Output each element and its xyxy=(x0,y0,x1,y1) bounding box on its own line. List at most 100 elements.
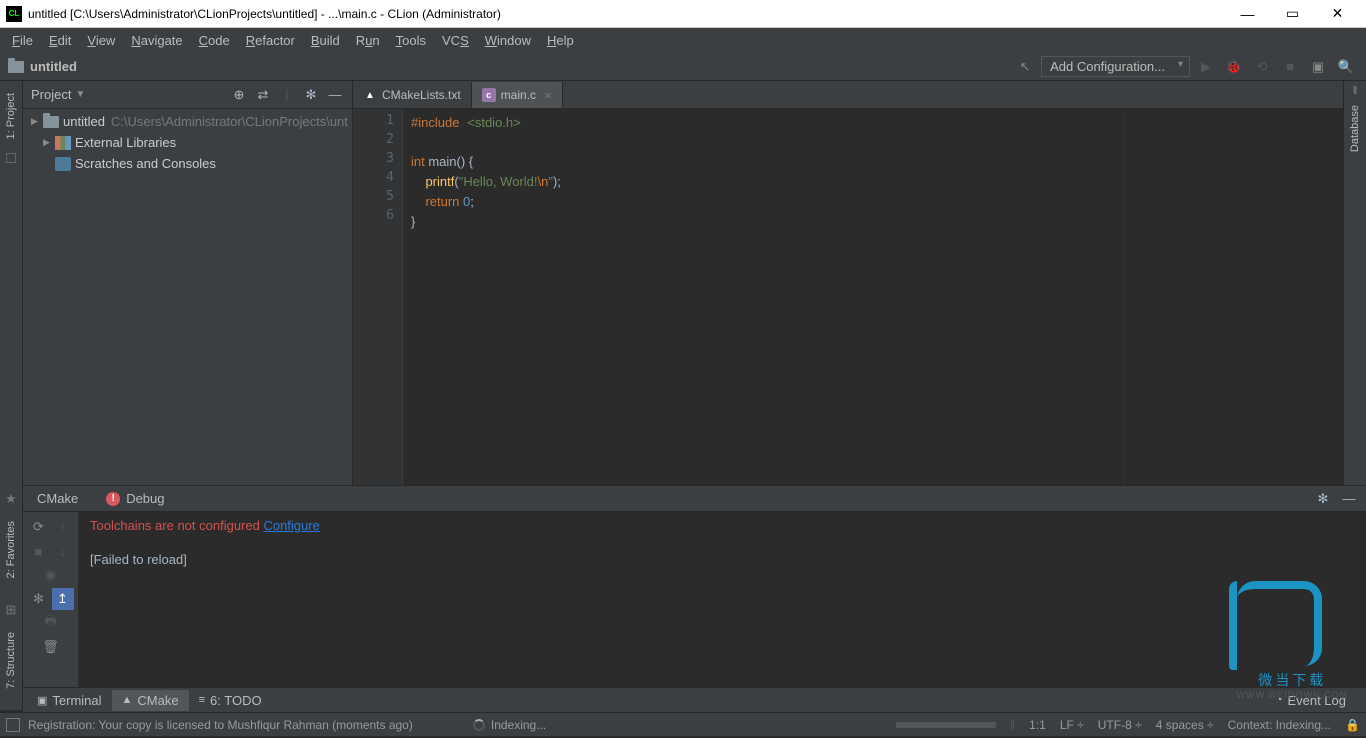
menu-help[interactable]: Help xyxy=(539,31,582,50)
spinner-icon xyxy=(473,719,485,731)
expand-button[interactable]: ⇄ xyxy=(252,84,274,106)
minimize-button[interactable]: — xyxy=(1225,0,1270,28)
reload-button[interactable]: ⟳ xyxy=(28,516,50,538)
pause-icon[interactable]: ‖ xyxy=(1353,85,1358,97)
menu-navigate[interactable]: Navigate xyxy=(123,31,190,50)
menu-vcs[interactable]: VCS xyxy=(434,31,477,50)
delete-button[interactable]: 🗑 xyxy=(40,636,62,658)
indent-selector[interactable]: 4 spaces ÷ xyxy=(1156,718,1214,732)
tree-node-external-libraries[interactable]: ▶ External Libraries xyxy=(23,132,352,153)
star-icon: ★ xyxy=(5,491,17,507)
maximize-button[interactable]: ▭ xyxy=(1270,0,1315,28)
nav-back-button[interactable]: ↖ xyxy=(1013,55,1037,79)
down-button[interactable]: ↓ xyxy=(52,540,74,562)
tab-label: CMakeLists.txt xyxy=(382,88,461,102)
hide-button[interactable]: — xyxy=(324,84,346,106)
run-configuration-dropdown[interactable]: Add Configuration... xyxy=(1041,56,1190,77)
export-button[interactable]: ↥ xyxy=(52,588,74,610)
menu-build[interactable]: Build xyxy=(303,31,348,50)
tool-window-tabs: CMake ! Debug ✻ — xyxy=(23,485,1366,512)
structure-icon: ⊞ xyxy=(6,602,17,618)
cmake-icon: ▲ xyxy=(363,88,377,102)
c-file-icon: c xyxy=(482,88,496,102)
statusbar: Registration: Your copy is licensed to M… xyxy=(0,712,1366,736)
project-tree[interactable]: ▶ untitled C:\Users\Administrator\CLionP… xyxy=(23,109,352,176)
layout-button[interactable]: ▣ xyxy=(1306,55,1330,79)
configure-link[interactable]: Configure xyxy=(263,518,319,533)
status-icon[interactable] xyxy=(6,718,20,732)
encoding-selector[interactable]: UTF-8 ÷ xyxy=(1098,718,1142,732)
bottom-tab-todo[interactable]: ≡6: TODO xyxy=(189,690,272,711)
tab-cmakelists[interactable]: ▲ CMakeLists.txt xyxy=(353,82,472,108)
menu-file[interactable]: File xyxy=(4,31,41,50)
menu-code[interactable]: Code xyxy=(191,31,238,50)
tool-tab-cmake[interactable]: CMake xyxy=(23,487,92,510)
chevron-right-icon[interactable]: ▶ xyxy=(31,116,43,127)
stop-button[interactable]: ■ xyxy=(1278,55,1302,79)
bottom-tab-cmake[interactable]: ▲CMake xyxy=(112,690,189,711)
context-label[interactable]: Context: Indexing... xyxy=(1228,718,1331,732)
chevron-down-icon[interactable]: ▼ xyxy=(75,89,85,100)
code-content[interactable]: #include <stdio.h> int main() { printf("… xyxy=(403,109,1123,485)
tab-main-c[interactable]: c main.c × xyxy=(472,82,563,108)
log-icon: ◔ xyxy=(1276,694,1283,706)
menu-view[interactable]: View xyxy=(79,31,123,50)
close-tab-button[interactable]: × xyxy=(544,88,552,103)
debug-button[interactable]: 🐞 xyxy=(1222,55,1246,79)
status-message: Registration: Your copy is licensed to M… xyxy=(28,718,413,732)
app-icon: CL xyxy=(6,6,22,22)
project-panel-header: Project ▼ ⊕ ⇄ | ✻ — xyxy=(23,81,352,109)
bottom-tab-event-log[interactable]: ◔Event Log xyxy=(1266,690,1356,711)
scratches-icon xyxy=(55,157,71,171)
lock-icon[interactable]: 🔒 xyxy=(1345,718,1360,732)
tree-node-root[interactable]: ▶ untitled C:\Users\Administrator\CLionP… xyxy=(23,111,352,132)
gutter-tab-project[interactable]: 1: Project xyxy=(3,85,19,147)
menu-tools[interactable]: Tools xyxy=(388,31,434,50)
gutter-tab-favorites[interactable]: 2: Favorites xyxy=(3,513,19,586)
navbar: untitled ↖ Add Configuration... ▶ 🐞 ⟲ ■ … xyxy=(0,53,1366,81)
right-tool-gutter: ‖ Database xyxy=(1343,81,1366,485)
tab-label: main.c xyxy=(501,88,536,102)
stop-tool-button[interactable]: ■ xyxy=(28,540,50,562)
line-ending-selector[interactable]: LF ÷ xyxy=(1060,718,1084,732)
editor-right-pane xyxy=(1123,109,1343,485)
menu-edit[interactable]: Edit xyxy=(41,31,79,50)
progress-bar[interactable] xyxy=(896,722,996,728)
tree-node-scratches[interactable]: Scratches and Consoles xyxy=(23,153,352,174)
cursor-position[interactable]: 1:1 xyxy=(1029,718,1046,732)
print-button[interactable]: 🖶 xyxy=(40,612,62,634)
gutter-tab-database[interactable]: Database xyxy=(1347,97,1363,160)
tool-output[interactable]: Toolchains are not configured Configure … xyxy=(78,512,1366,687)
search-everywhere-button[interactable]: 🔍 xyxy=(1334,55,1358,79)
left-tool-gutter-lower: ★ 2: Favorites ⊞ 7: Structure xyxy=(0,485,23,710)
tool-tab-label: Debug xyxy=(126,491,164,506)
settings-button[interactable]: ✻ xyxy=(300,84,322,106)
tool-tab-debug[interactable]: ! Debug xyxy=(92,487,178,510)
breadcrumb[interactable]: untitled xyxy=(30,59,77,74)
tool-gear-button[interactable]: ✻ xyxy=(28,588,50,610)
tool-window-body: ⟳↑ ■↓ ◉ ✻↥ 🖶 🗑 Toolchains are not config… xyxy=(23,512,1366,687)
menubar: File Edit View Navigate Code Refactor Bu… xyxy=(0,28,1366,53)
filter-button[interactable]: ◉ xyxy=(40,564,62,586)
chevron-right-icon[interactable]: ▶ xyxy=(43,137,55,148)
up-button[interactable]: ↑ xyxy=(52,516,74,538)
gutter-collapse-icon[interactable] xyxy=(6,153,16,163)
indexing-label: Indexing... xyxy=(491,718,546,732)
error-text: Toolchains are not configured xyxy=(90,518,263,533)
run-button[interactable]: ▶ xyxy=(1194,55,1218,79)
coverage-button[interactable]: ⟲ xyxy=(1250,55,1274,79)
todo-icon: ≡ xyxy=(199,694,205,706)
bottom-tool-tabs: ▣Terminal ▲CMake ≡6: TODO ◔Event Log xyxy=(23,687,1366,712)
menu-window[interactable]: Window xyxy=(477,31,539,50)
locate-button[interactable]: ⊕ xyxy=(228,84,250,106)
tool-hide-button[interactable]: — xyxy=(1338,488,1360,510)
editor-body[interactable]: 123456 #include <stdio.h> int main() { p… xyxy=(353,109,1343,485)
project-panel-title[interactable]: Project xyxy=(31,87,71,102)
gutter-tab-structure[interactable]: 7: Structure xyxy=(3,624,19,697)
menu-run[interactable]: Run xyxy=(348,31,388,50)
close-button[interactable]: ✕ xyxy=(1315,0,1360,28)
menu-refactor[interactable]: Refactor xyxy=(238,31,303,50)
tool-settings-button[interactable]: ✻ xyxy=(1312,488,1334,510)
bottom-tab-terminal[interactable]: ▣Terminal xyxy=(27,690,112,711)
error-icon: ! xyxy=(106,492,120,506)
